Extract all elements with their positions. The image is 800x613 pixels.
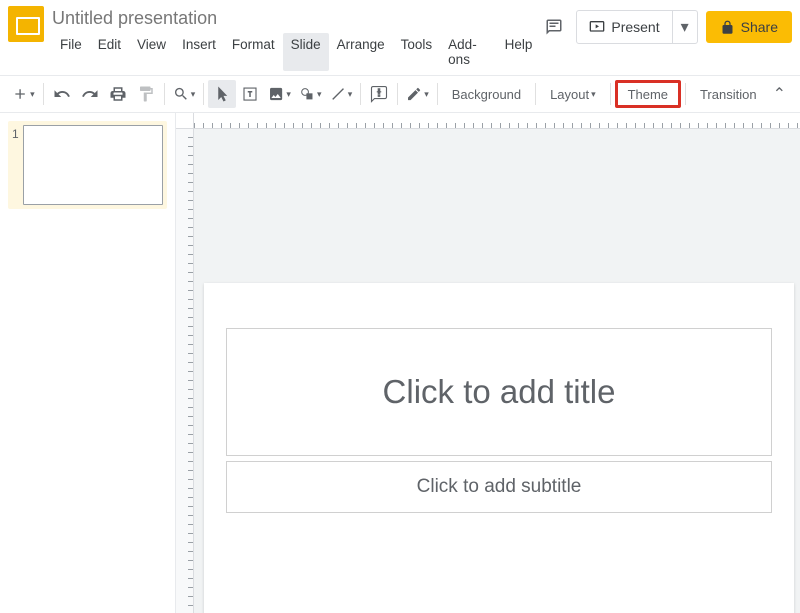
line-tool[interactable] (326, 80, 357, 108)
theme-button[interactable]: Theme (615, 80, 681, 108)
print-button[interactable] (104, 80, 132, 108)
share-label: Share (741, 19, 778, 35)
doc-title[interactable]: Untitled presentation (52, 6, 540, 31)
thumbnail-preview (23, 125, 163, 205)
ruler-vertical[interactable] (176, 129, 194, 613)
menu-slide[interactable]: Slide (283, 33, 329, 71)
image-tool[interactable] (264, 80, 295, 108)
separator (437, 83, 438, 105)
menu-help[interactable]: Help (497, 33, 541, 71)
transition-button[interactable]: Transition (690, 80, 767, 108)
undo-button[interactable] (48, 80, 76, 108)
menu-arrange[interactable]: Arrange (329, 33, 393, 71)
comment-tool[interactable] (365, 80, 393, 108)
paint-format-button[interactable] (132, 80, 160, 108)
toolbar: Background Layout Theme Transition ⌃ (0, 75, 800, 113)
background-button[interactable]: Background (442, 80, 531, 108)
separator (685, 83, 686, 105)
shape-tool[interactable] (295, 80, 326, 108)
present-label: Present (611, 19, 659, 35)
menu-addons[interactable]: Add-ons (440, 33, 496, 71)
canvas-area: Click to add title Click to add subtitle (176, 113, 800, 613)
subtitle-placeholder-text: Click to add subtitle (417, 476, 582, 498)
menu-view[interactable]: View (129, 33, 174, 71)
menubar: File Edit View Insert Format Slide Arran… (52, 33, 540, 71)
separator (164, 83, 165, 105)
textbox-tool[interactable] (236, 80, 264, 108)
separator (43, 83, 44, 105)
present-button[interactable]: Present (577, 11, 671, 43)
menu-edit[interactable]: Edit (90, 33, 129, 71)
separator (397, 83, 398, 105)
zoom-button[interactable] (169, 80, 200, 108)
present-dropdown[interactable]: ▾ (672, 11, 697, 43)
collapse-toolbar-icon[interactable]: ⌃ (767, 84, 792, 104)
ruler-corner (176, 113, 194, 129)
menu-format[interactable]: Format (224, 33, 283, 71)
title-placeholder-text: Click to add title (383, 373, 616, 411)
pen-tool[interactable] (402, 80, 433, 108)
layout-button[interactable]: Layout (540, 80, 606, 108)
app-logo[interactable] (8, 6, 44, 42)
subtitle-placeholder[interactable]: Click to add subtitle (226, 461, 772, 513)
new-slide-button[interactable] (8, 80, 39, 108)
separator (360, 83, 361, 105)
thumbnail-number: 1 (12, 125, 19, 205)
menu-file[interactable]: File (52, 33, 90, 71)
share-button[interactable]: Share (706, 11, 792, 43)
slide-canvas[interactable]: Click to add title Click to add subtitle (204, 283, 794, 613)
redo-button[interactable] (76, 80, 104, 108)
separator (535, 83, 536, 105)
select-tool[interactable] (208, 80, 236, 108)
separator (610, 83, 611, 105)
ruler-horizontal[interactable] (194, 113, 800, 129)
separator (203, 83, 204, 105)
menu-tools[interactable]: Tools (393, 33, 441, 71)
comments-icon[interactable] (540, 13, 568, 41)
thumbnail-panel: 1 (0, 113, 176, 613)
menu-insert[interactable]: Insert (174, 33, 224, 71)
thumbnail-1[interactable]: 1 (8, 121, 167, 209)
title-placeholder[interactable]: Click to add title (226, 328, 772, 456)
